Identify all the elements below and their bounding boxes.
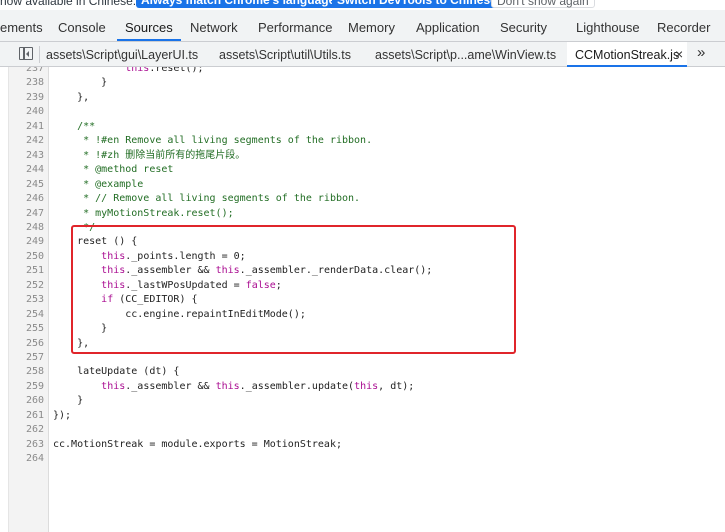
code-line: lateUpdate (dt) { xyxy=(53,365,179,379)
line-number[interactable]: 247 xyxy=(8,207,44,221)
close-icon[interactable]: × xyxy=(675,46,683,62)
line-number[interactable]: 243 xyxy=(8,149,44,163)
file-tab-layerui[interactable]: assets\Script\gui\LayerUI.ts xyxy=(46,42,198,66)
toggle-navigator-icon[interactable] xyxy=(19,47,33,60)
tab-console[interactable]: Console xyxy=(58,10,106,41)
code-token: this xyxy=(354,380,379,392)
tab-elements[interactable]: ements xyxy=(0,10,43,41)
code-line: * @example xyxy=(53,178,143,192)
code-line: * @method reset xyxy=(53,163,173,177)
dont-show-again-button[interactable]: Don't show again xyxy=(491,0,595,8)
code-token: this xyxy=(101,380,126,392)
more-tabs-icon[interactable]: » xyxy=(697,44,706,62)
switch-to-chinese-button[interactable]: Switch DevTools to Chinese xyxy=(332,0,502,8)
tab-security[interactable]: Security xyxy=(500,10,547,41)
code-token: * !#zh 删除当前所有的拖尾片段。 xyxy=(53,149,246,161)
tab-memory[interactable]: Memory xyxy=(348,10,395,41)
code-token: }); xyxy=(53,409,72,421)
tab-network[interactable]: Network xyxy=(190,10,238,41)
line-number[interactable]: 257 xyxy=(8,351,44,365)
code-token: } xyxy=(53,395,84,407)
code-token: lateUpdate (dt) { xyxy=(53,366,180,378)
line-number[interactable]: 238 xyxy=(8,76,44,90)
line-number[interactable]: 255 xyxy=(8,322,44,336)
code-token: }, xyxy=(53,91,90,103)
code-token: * // Remove all living segments of the r… xyxy=(53,193,361,205)
code-line: * // Remove all living segments of the r… xyxy=(53,192,360,206)
line-number[interactable]: 260 xyxy=(8,394,44,408)
code-line: this.reset(); xyxy=(53,67,204,76)
line-number[interactable]: 263 xyxy=(8,438,44,452)
line-number[interactable]: 253 xyxy=(8,293,44,307)
line-number[interactable]: 248 xyxy=(8,221,44,235)
line-number[interactable]: 246 xyxy=(8,192,44,206)
line-number[interactable]: 241 xyxy=(8,120,44,134)
line-number-gutter[interactable]: 237 238 239 240 241 242 243 244 245 246 247 248 249 2… xyxy=(9,67,49,532)
line-number[interactable]: 261 xyxy=(8,409,44,423)
code-line: cc.MotionStreak = module.exports = Motio… xyxy=(53,438,342,452)
code-line: * myMotionStreak.reset(); xyxy=(53,207,234,221)
code-line: this._assembler && this._assembler.updat… xyxy=(53,380,414,394)
file-tab-ccmotionstreak[interactable]: CCMotionStreak.js xyxy=(567,42,688,67)
tab-sources[interactable]: Sources xyxy=(117,10,181,41)
line-number[interactable]: 245 xyxy=(8,178,44,192)
line-number[interactable]: 259 xyxy=(8,380,44,394)
line-number[interactable]: 256 xyxy=(8,337,44,351)
code-line: }); xyxy=(53,409,71,423)
code-line: * !#en Remove all living segments of the… xyxy=(53,134,372,148)
code-token: ._assembler.update( xyxy=(239,380,355,392)
line-number[interactable]: 249 xyxy=(8,235,44,249)
code-token: * @example xyxy=(53,178,144,190)
code-editor[interactable]: 237 238 239 240 241 242 243 244 245 246 247 248 249 2… xyxy=(0,67,725,532)
tab-application[interactable]: Application xyxy=(416,10,480,41)
language-banner: now available in Chinese. Always match C… xyxy=(0,0,725,10)
code-token: } xyxy=(53,77,108,89)
code-line: } xyxy=(53,76,107,90)
line-number[interactable]: 262 xyxy=(8,423,44,437)
tab-divider xyxy=(39,46,40,63)
line-number[interactable]: 264 xyxy=(8,452,44,466)
code-token: * !#en Remove all living segments of the… xyxy=(53,135,373,147)
line-number[interactable]: 239 xyxy=(8,91,44,105)
line-number[interactable]: 242 xyxy=(8,134,44,148)
tab-lighthouse[interactable]: Lighthouse xyxy=(576,10,640,41)
code-token: cc.MotionStreak = module.exports = Motio… xyxy=(53,438,342,450)
devtools-panel-tabs: ements Console Sources Network Performan… xyxy=(0,10,725,42)
code-token: , dt); xyxy=(378,380,415,392)
code-line: }, xyxy=(53,91,89,105)
banner-text: now available in Chinese. xyxy=(0,0,137,8)
code-token: .reset(); xyxy=(149,67,204,74)
line-number[interactable]: 251 xyxy=(8,264,44,278)
file-tab-utils[interactable]: assets\Script\util\Utils.ts xyxy=(219,42,351,66)
code-token: * myMotionStreak.reset(); xyxy=(53,207,234,219)
code-token: * @method reset xyxy=(53,164,174,176)
code-line: /** xyxy=(53,120,95,134)
file-tab-winview[interactable]: assets\Script\p...ame\WinView.ts xyxy=(375,42,556,66)
source-file-tabs: assets\Script\gui\LayerUI.ts assets\Scri… xyxy=(0,42,725,67)
line-number[interactable]: 252 xyxy=(8,279,44,293)
code-line: * !#zh 删除当前所有的拖尾片段。 xyxy=(53,149,245,163)
line-number[interactable]: 244 xyxy=(8,163,44,177)
always-match-language-button[interactable]: Always match Chrome's language xyxy=(136,0,341,8)
code-token: this xyxy=(125,67,150,74)
tab-recorder[interactable]: Recorder xyxy=(657,10,710,41)
code-line: } xyxy=(53,394,83,408)
line-number[interactable]: 237 xyxy=(8,67,44,76)
line-number[interactable]: 258 xyxy=(8,365,44,379)
code-token: this xyxy=(215,380,240,392)
tab-performance[interactable]: Performance xyxy=(258,10,332,41)
code-token: ._assembler && xyxy=(125,380,216,392)
code-token: /** xyxy=(53,120,96,132)
line-number[interactable]: 254 xyxy=(8,308,44,322)
line-number[interactable]: 250 xyxy=(8,250,44,264)
reset-method-highlight xyxy=(71,225,516,354)
line-number[interactable]: 240 xyxy=(8,105,44,119)
